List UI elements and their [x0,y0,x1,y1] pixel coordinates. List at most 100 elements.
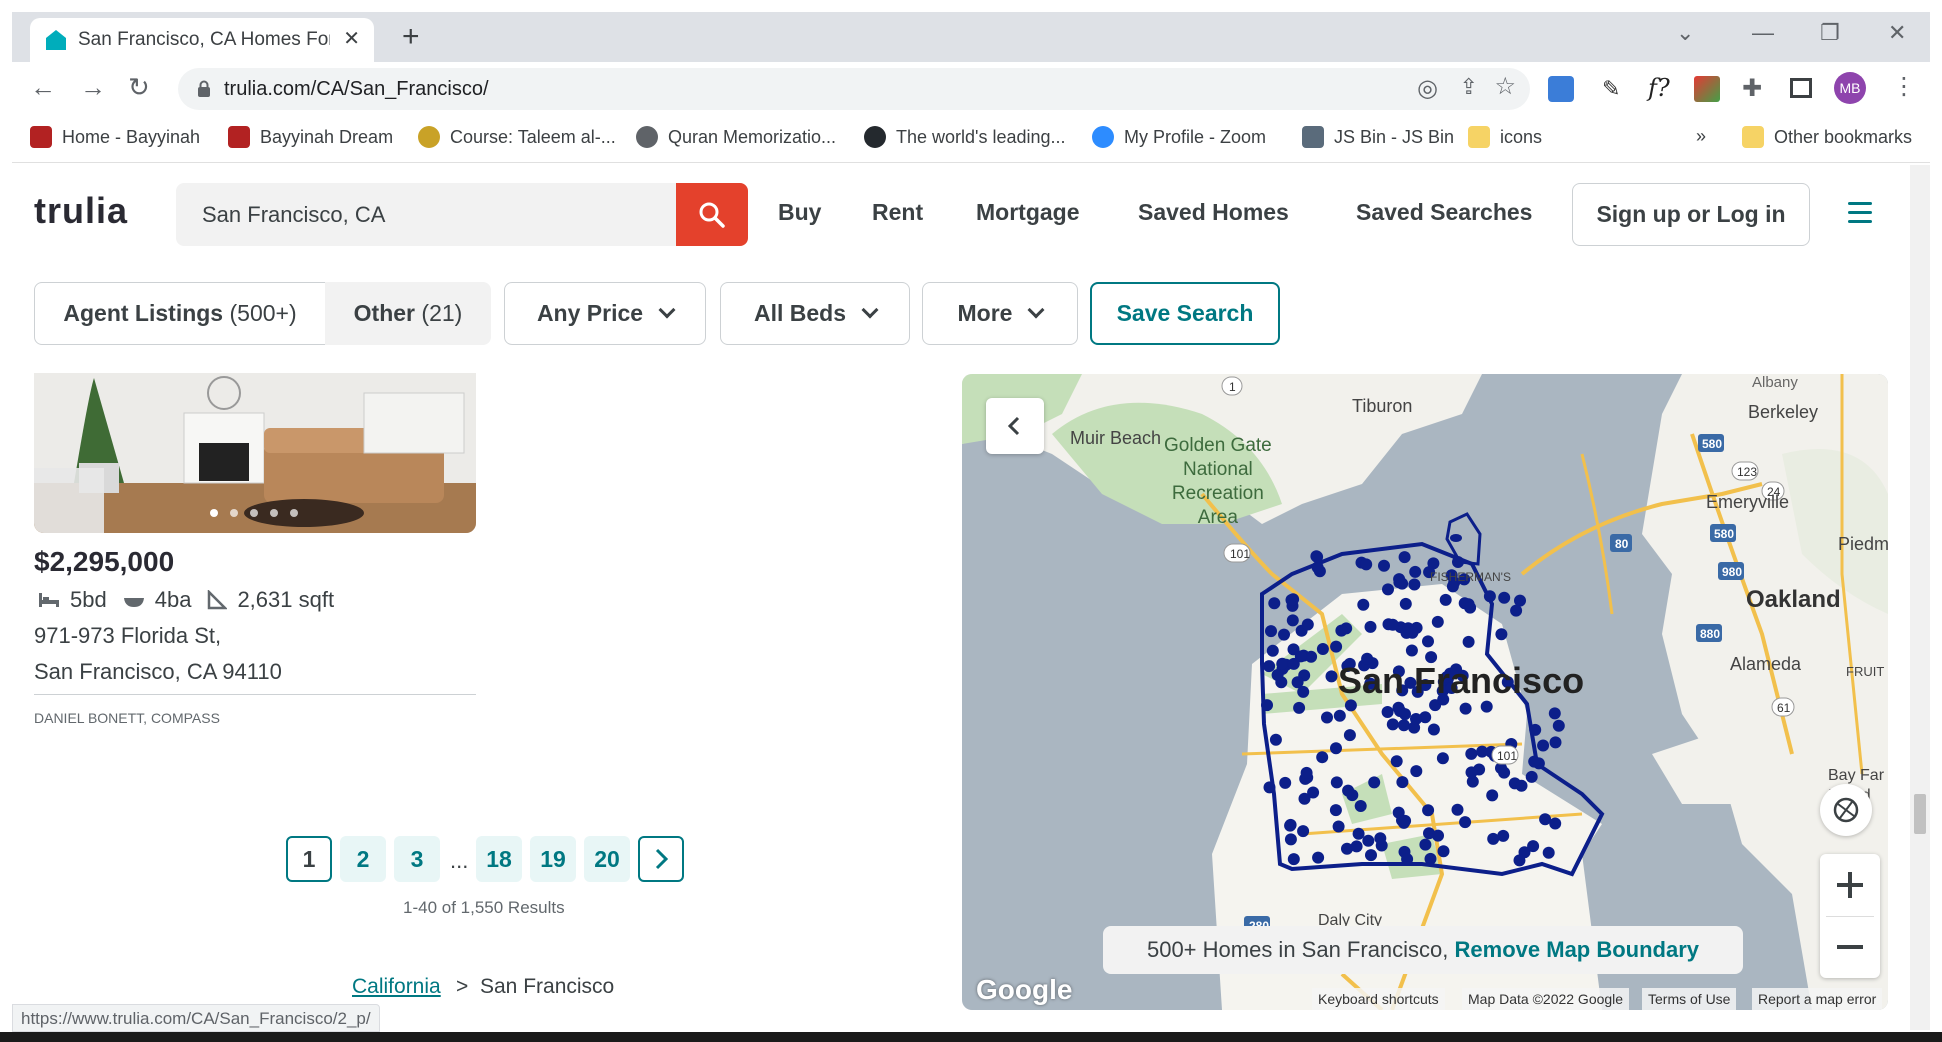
nav-saved-homes[interactable]: Saved Homes [1138,199,1289,226]
listing-pin[interactable] [1321,711,1333,724]
nav-rent[interactable]: Rent [872,199,923,226]
new-tab-button[interactable]: + [402,20,420,54]
listing-pin[interactable] [1432,829,1444,842]
listing-pin[interactable] [1330,640,1343,653]
listing-pin[interactable] [1529,723,1542,736]
listing-pin[interactable] [1293,701,1306,714]
listing-pin[interactable] [1408,578,1421,591]
close-window-button[interactable]: ✕ [1888,20,1906,46]
bookmark-item[interactable]: Bayyinah Dream [228,126,393,148]
listing-pin[interactable] [1325,670,1338,683]
listing-pin[interactable] [1437,845,1450,858]
listing-pin[interactable] [1261,699,1273,712]
nav-saved-searches[interactable]: Saved Searches [1356,199,1532,226]
address-line1[interactable]: 971-973 Florida St, [34,623,221,649]
search-map[interactable]: 280 580 580 80 980 880 101 1 123 24 61 1… [962,374,1888,1010]
extension-colorful-icon[interactable] [1694,76,1720,102]
listing-pin[interactable] [1298,792,1311,805]
listing-pin[interactable] [1393,576,1406,589]
listing-pin[interactable] [1316,643,1329,655]
agent-listings-toggle[interactable]: Agent Listings (500+) [34,282,326,345]
listing-pin[interactable] [1513,854,1526,867]
listing-pin[interactable] [1263,660,1276,673]
listing-pin[interactable] [1342,784,1355,797]
listing-pin[interactable] [1330,776,1343,789]
side-panel-icon[interactable] [1790,78,1812,98]
listing-pin[interactable] [1410,713,1422,725]
listing-pin[interactable] [1330,742,1342,755]
listing-pin[interactable] [1300,766,1313,779]
listing-pin[interactable] [1510,604,1523,617]
listing-pin[interactable] [1266,644,1279,657]
restore-button[interactable]: ❐ [1820,20,1840,46]
remove-map-boundary-link[interactable]: Remove Map Boundary [1455,937,1700,962]
listing-pin[interactable] [1352,827,1365,840]
photo-carousel-dots[interactable] [210,509,298,517]
listing-pin[interactable] [1399,708,1411,721]
listing-pin[interactable] [1515,779,1528,792]
listing-pin[interactable] [1350,840,1363,853]
map-layers-button[interactable] [1820,784,1872,836]
address-bar[interactable]: trulia.com/CA/San_Francisco/ ◎ ⇪ ☆ [178,68,1530,110]
breadcrumb-state-link[interactable]: California [352,975,441,999]
listing-pin[interactable] [1549,817,1562,830]
listing-pin[interactable] [1528,755,1541,768]
bookmark-item[interactable]: icons [1468,126,1542,148]
page-scrollbar[interactable] [1910,165,1930,1030]
listing-pin[interactable] [1459,816,1472,829]
listing-pin[interactable] [1409,565,1422,578]
share-icon[interactable]: ⇪ [1460,74,1478,100]
listing-pin[interactable] [1284,819,1297,832]
listing-pin[interactable] [1399,597,1412,610]
listing-pin[interactable] [1284,833,1297,846]
listing-pin[interactable] [1398,551,1411,564]
listing-pin[interactable] [1312,851,1325,864]
listing-pin[interactable] [1364,620,1377,633]
listing-pin[interactable] [1422,635,1434,648]
location-search-input[interactable]: San Francisco, CA [176,183,676,246]
back-icon[interactable]: ← [30,72,56,103]
profile-avatar[interactable]: MB [1834,72,1866,104]
listing-pin[interactable] [1374,832,1387,845]
google-logo[interactable]: Google [976,974,1072,1006]
menu-icon[interactable] [1848,202,1872,229]
listing-pin[interactable] [1419,838,1432,851]
listing-pin[interactable] [1335,624,1348,637]
listing-pin[interactable] [1483,590,1496,603]
listing-pin[interactable] [1525,770,1538,783]
listing-pin[interactable] [1400,626,1413,639]
listing-pin[interactable] [1357,598,1370,611]
listing-pin[interactable] [1537,739,1550,752]
bookmark-star-icon[interactable]: ☆ [1494,72,1516,101]
bookmark-item[interactable]: Quran Memorizatio... [636,126,836,148]
listing-pin[interactable] [1459,702,1472,715]
zoom-in-button[interactable] [1820,854,1880,916]
listing-pin[interactable] [1382,583,1394,596]
listing-pin[interactable] [1286,614,1299,627]
eye-off-icon[interactable]: ◎ [1417,74,1438,103]
listing-pin[interactable] [1386,718,1399,731]
scrollbar-thumb[interactable] [1914,794,1926,834]
browser-tab[interactable]: San Francisco, CA Homes For Sal ✕ [30,18,374,62]
listing-pin[interactable] [1276,657,1289,670]
keyboard-shortcuts-link[interactable]: Keyboard shortcuts [1312,988,1445,1010]
browser-menu-icon[interactable]: ⋮ [1892,72,1916,101]
extensions-puzzle-icon[interactable]: ✚ [1742,74,1762,103]
listing-pin[interactable] [1480,700,1493,713]
extension-s-icon[interactable] [1548,76,1574,102]
page-2-button[interactable]: 2 [340,836,386,882]
listing-photo[interactable] [34,373,476,533]
bookmark-item[interactable]: The world's leading... [864,126,1066,148]
listing-pin[interactable] [1354,800,1367,812]
listing-pin[interactable] [1542,846,1555,859]
zoom-out-button[interactable] [1820,916,1880,978]
extension-fx-icon[interactable]: f? [1648,74,1670,102]
listing-pin[interactable] [1495,628,1508,641]
listing-pin[interactable] [1311,550,1324,563]
beds-filter-dropdown[interactable]: All Beds [720,282,910,345]
other-bookmarks[interactable]: Other bookmarks [1742,126,1912,148]
tab-search-icon[interactable]: ⌄ [1676,20,1694,46]
listing-pin[interactable] [1552,719,1565,732]
sign-up-login-button[interactable]: Sign up or Log in [1572,183,1810,246]
address-line2[interactable]: San Francisco, CA 94110 [34,659,282,685]
